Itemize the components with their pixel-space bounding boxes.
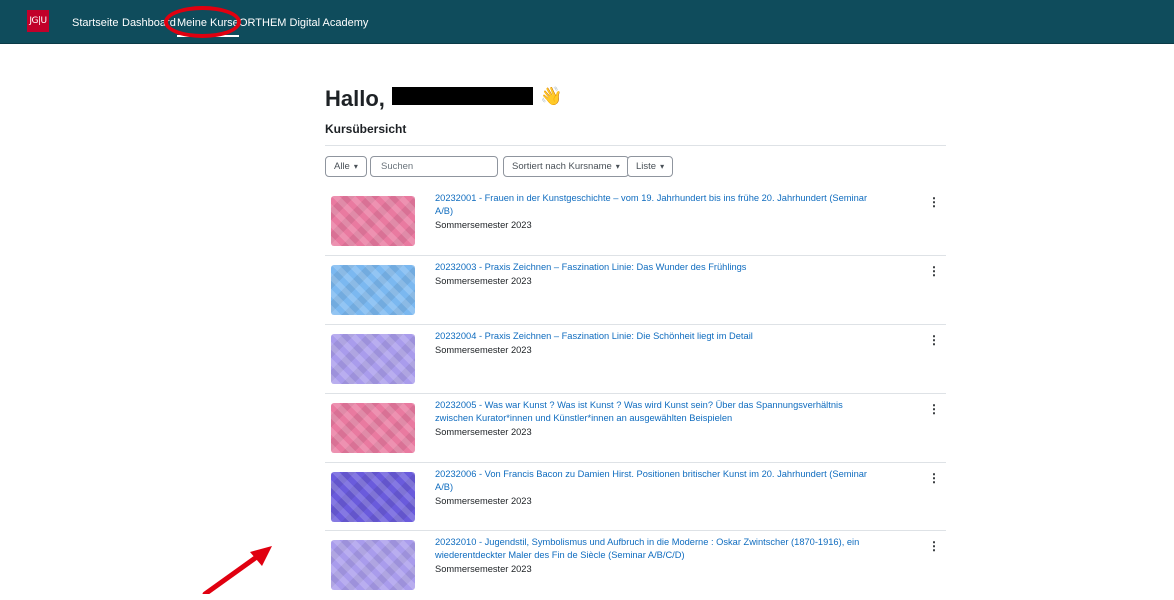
course-thumbnail[interactable] bbox=[331, 403, 415, 453]
divider bbox=[325, 393, 946, 394]
course-semester: Sommersemester 2023 bbox=[435, 496, 532, 506]
divider bbox=[325, 530, 946, 531]
course-title-link[interactable]: 20232001 - Frauen in der Kunstgeschichte… bbox=[435, 193, 867, 216]
course-item[interactable]: 20232003 - Praxis Zeichnen – Faszination… bbox=[325, 257, 946, 325]
chevron-down-icon: ▾ bbox=[615, 162, 620, 171]
course-item[interactable]: 20232010 - Jugendstil, Symbolismus und A… bbox=[325, 532, 946, 600]
nav-meine-kurse[interactable]: Meine Kurse bbox=[177, 17, 239, 37]
view-label: Liste bbox=[636, 161, 657, 172]
more-options-icon[interactable]: ⋮ bbox=[928, 265, 940, 277]
more-options-icon[interactable]: ⋮ bbox=[928, 403, 940, 415]
university-logo[interactable]: JG|U bbox=[27, 10, 49, 32]
course-semester: Sommersemester 2023 bbox=[435, 345, 532, 355]
course-title-link[interactable]: 20232004 - Praxis Zeichnen – Faszination… bbox=[435, 331, 753, 341]
divider bbox=[325, 255, 946, 256]
wave-icon: 👋 bbox=[540, 86, 563, 106]
more-options-icon[interactable]: ⋮ bbox=[928, 196, 940, 208]
sort-dropdown[interactable]: Sortiert nach Kursname ▾ bbox=[503, 156, 629, 177]
red-arrow-annotation bbox=[202, 546, 272, 594]
divider bbox=[325, 462, 946, 463]
grouping-label: Alle bbox=[334, 161, 350, 172]
course-thumbnail[interactable] bbox=[331, 265, 415, 315]
more-options-icon[interactable]: ⋮ bbox=[928, 540, 940, 552]
view-dropdown[interactable]: Liste ▾ bbox=[627, 156, 674, 177]
course-semester: Sommersemester 2023 bbox=[435, 276, 532, 286]
course-semester: Sommersemester 2023 bbox=[435, 427, 532, 437]
chevron-down-icon: ▾ bbox=[353, 162, 358, 171]
nav-orthem-academy[interactable]: ORTHEM Digital Academy bbox=[239, 17, 368, 29]
divider bbox=[325, 324, 946, 325]
grouping-dropdown[interactable]: Alle ▾ bbox=[325, 156, 367, 177]
course-title-link[interactable]: 20232005 - Was war Kunst ? Was ist Kunst… bbox=[435, 400, 843, 423]
chevron-down-icon: ▾ bbox=[660, 162, 665, 171]
nav-startseite[interactable]: Startseite bbox=[72, 17, 118, 29]
divider bbox=[325, 145, 946, 146]
more-options-icon[interactable]: ⋮ bbox=[928, 472, 940, 484]
course-thumbnail[interactable] bbox=[331, 540, 415, 590]
course-title-link[interactable]: 20232006 - Von Francis Bacon zu Damien H… bbox=[435, 469, 867, 492]
course-title-link[interactable]: 20232010 - Jugendstil, Symbolismus und A… bbox=[435, 537, 859, 560]
search-input[interactable] bbox=[370, 156, 498, 177]
course-item[interactable]: 20232005 - Was war Kunst ? Was ist Kunst… bbox=[325, 395, 946, 463]
section-title: Kursübersicht bbox=[325, 122, 407, 136]
sort-label: Sortiert nach Kursname bbox=[512, 161, 612, 172]
more-options-icon[interactable]: ⋮ bbox=[928, 334, 940, 346]
course-item[interactable]: 20232001 - Frauen in der Kunstgeschichte… bbox=[325, 188, 946, 256]
greeting-heading: Hallo, bbox=[325, 86, 385, 111]
nav-dashboard[interactable]: Dashboard bbox=[122, 17, 176, 29]
course-thumbnail[interactable] bbox=[331, 472, 415, 522]
redacted-username bbox=[392, 87, 533, 105]
course-semester: Sommersemester 2023 bbox=[435, 564, 532, 574]
course-thumbnail[interactable] bbox=[331, 196, 415, 246]
course-item[interactable]: 20232004 - Praxis Zeichnen – Faszination… bbox=[325, 326, 946, 394]
course-title-link[interactable]: 20232003 - Praxis Zeichnen – Faszination… bbox=[435, 262, 746, 272]
course-thumbnail[interactable] bbox=[331, 334, 415, 384]
course-semester: Sommersemester 2023 bbox=[435, 220, 532, 230]
course-item[interactable]: 20232006 - Von Francis Bacon zu Damien H… bbox=[325, 464, 946, 532]
top-navbar: JG|U Startseite Dashboard Meine Kurse OR… bbox=[0, 0, 1174, 44]
